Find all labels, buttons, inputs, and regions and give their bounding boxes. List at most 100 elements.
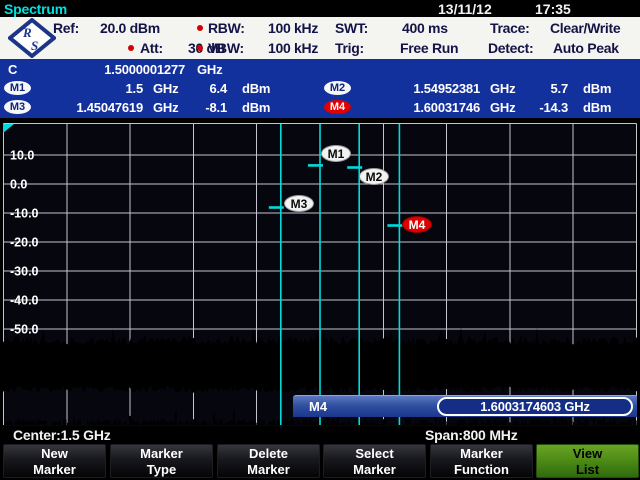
min-peak-tick xyxy=(405,420,407,426)
min-peak-tick xyxy=(521,422,523,425)
min-peak-tick xyxy=(391,423,393,425)
min-peak-tick xyxy=(263,420,265,425)
min-peak-tick xyxy=(87,419,89,425)
min-peak-tick xyxy=(569,421,571,425)
min-peak-tick xyxy=(107,420,109,425)
min-peak-tick xyxy=(303,419,305,425)
m3-freq: 1.45047619 xyxy=(36,100,143,115)
min-peak-tick xyxy=(209,423,211,425)
min-peak-tick xyxy=(565,420,567,426)
ref-label: Ref: xyxy=(53,20,79,36)
min-peak-tick xyxy=(625,422,627,425)
y-axis-tick-label: -20.0 xyxy=(10,236,39,250)
min-peak-tick xyxy=(17,420,19,426)
min-peak-tick xyxy=(367,423,369,426)
marker-edit-label: M4 xyxy=(309,396,327,418)
min-peak-tick xyxy=(69,422,71,425)
softkey-select-marker[interactable]: SelectMarker xyxy=(323,444,426,478)
min-peak-tick xyxy=(51,423,53,425)
min-peak-tick xyxy=(421,420,423,425)
y-axis-tick-label: -30.0 xyxy=(10,265,39,279)
marker-frequency-field[interactable]: 1.6003174603 GHz xyxy=(437,397,633,416)
min-peak-tick xyxy=(129,416,131,425)
min-peak-tick xyxy=(39,420,41,425)
softkey-marker-type[interactable]: MarkerType xyxy=(110,444,213,478)
min-peak-tick xyxy=(201,421,203,425)
min-peak-tick xyxy=(309,419,311,425)
min-peak-tick xyxy=(133,421,135,425)
min-peak-tick xyxy=(171,421,173,425)
min-peak-tick xyxy=(601,420,603,425)
m2-freq: 1.54952381 xyxy=(372,81,480,96)
softkey-view-list[interactable]: ViewList xyxy=(536,444,639,478)
min-peak-tick xyxy=(123,423,125,425)
min-peak-tick xyxy=(475,420,477,426)
plot-marker-badge-m4[interactable]: M4 xyxy=(402,216,432,233)
min-peak-tick xyxy=(147,422,149,425)
min-peak-tick xyxy=(225,422,227,425)
plot-marker-badge-m3[interactable]: M3 xyxy=(284,195,314,212)
center-unit: GHz xyxy=(197,62,222,77)
detect-value: Auto Peak xyxy=(553,40,619,56)
softkey-marker-function[interactable]: MarkerFunction xyxy=(430,444,533,478)
min-peak-tick xyxy=(187,421,189,425)
min-peak-tick xyxy=(525,420,527,425)
min-peak-tick xyxy=(219,421,221,425)
page-title: Spectrum xyxy=(4,1,67,17)
min-peak-tick xyxy=(375,423,377,425)
min-peak-tick xyxy=(163,420,165,425)
min-peak-tick xyxy=(587,420,589,425)
min-peak-tick xyxy=(481,421,483,425)
ref-level-triangle-icon xyxy=(3,124,14,133)
marker-edit-bar: M4 1.6003174603 GHz xyxy=(293,395,637,417)
frequency-bar: Center:1.5 GHz Span:800 MHz xyxy=(0,426,640,443)
min-peak-tick xyxy=(593,419,595,425)
min-peak-tick xyxy=(161,419,163,425)
min-peak-tick xyxy=(609,420,611,425)
min-peak-tick xyxy=(365,420,367,425)
detect-label: Detect: xyxy=(488,40,533,56)
min-peak-tick xyxy=(285,420,287,425)
plot-marker-badge-m1[interactable]: M1 xyxy=(321,145,351,162)
min-peak-tick xyxy=(261,421,263,425)
min-peak-tick xyxy=(197,422,199,425)
plot-marker-badge-m2[interactable]: M2 xyxy=(359,168,389,185)
min-peak-tick xyxy=(259,419,261,425)
min-peak-tick xyxy=(27,421,29,425)
y-axis-tick-label: -40.0 xyxy=(10,294,39,308)
min-peak-tick xyxy=(167,422,169,425)
min-peak-tick xyxy=(489,420,491,425)
min-peak-tick xyxy=(383,419,385,425)
spectrum-analyzer-screen: Spectrum 13/11/12 17:35 R S Ref: 20.0 dB… xyxy=(0,0,640,480)
min-peak-tick xyxy=(243,419,245,425)
min-peak-tick xyxy=(487,420,489,425)
min-peak-tick xyxy=(451,423,453,425)
min-peak-tick xyxy=(95,423,97,425)
trig-value: Free Run xyxy=(400,40,458,56)
softkey-new-marker[interactable]: NewMarker xyxy=(3,444,106,478)
min-peak-tick xyxy=(137,421,139,425)
m2-level-unit: dBm xyxy=(583,81,611,96)
min-peak-tick xyxy=(79,420,81,425)
min-peak-tick xyxy=(559,419,561,425)
min-peak-tick xyxy=(629,420,631,425)
min-peak-tick xyxy=(523,422,525,425)
min-peak-tick xyxy=(109,421,111,425)
min-peak-tick xyxy=(237,421,239,425)
min-peak-tick xyxy=(503,421,505,425)
m4-freq-unit: GHz xyxy=(490,100,515,115)
min-peak-tick xyxy=(5,423,7,426)
m1-freq-unit: GHz xyxy=(153,81,178,96)
softkey-delete-marker[interactable]: DeleteMarker xyxy=(217,444,320,478)
min-peak-tick xyxy=(333,419,335,425)
marker-badge-m4: M4 xyxy=(324,100,351,114)
min-peak-tick xyxy=(131,419,133,425)
min-peak-tick xyxy=(419,421,421,425)
min-peak-tick xyxy=(73,419,75,425)
min-peak-tick xyxy=(135,422,137,425)
att-label: Att: xyxy=(140,40,163,56)
min-peak-tick xyxy=(497,423,499,425)
center-frequency-label: Center:1.5 GHz xyxy=(13,427,111,443)
min-peak-tick xyxy=(611,422,613,425)
date-label: 13/11/12 xyxy=(438,1,492,17)
